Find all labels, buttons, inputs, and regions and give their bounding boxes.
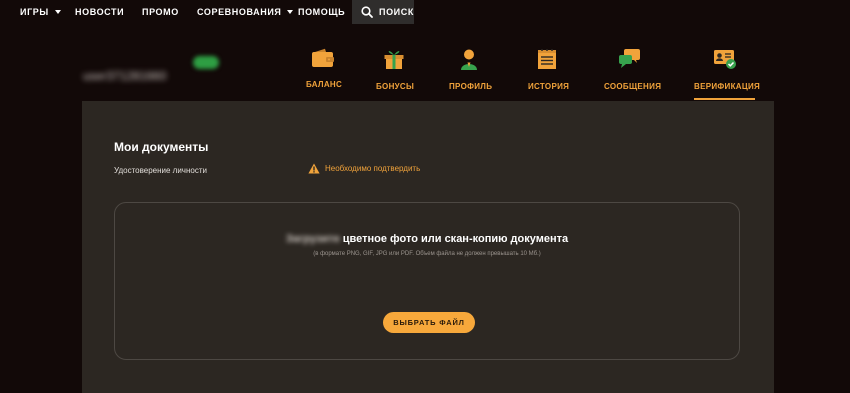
tab-messages[interactable]: СООБЩЕНИЯ: [604, 48, 662, 91]
verification-status: Необходимо подтвердить: [308, 163, 420, 174]
tab-messages-label: СООБЩЕНИЯ: [604, 82, 662, 91]
tab-history-label: ИСТОРИЯ: [528, 82, 570, 91]
tab-balance-label: БАЛАНС: [306, 80, 343, 89]
tab-history[interactable]: ИСТОРИЯ: [528, 48, 570, 91]
nav-games[interactable]: ИГРЫ: [20, 7, 61, 17]
verification-status-text: Необходимо подтвердить: [325, 164, 421, 173]
notepad-icon: [538, 49, 556, 69]
nav-news[interactable]: НОВОСТИ: [75, 7, 124, 17]
person-icon: [461, 49, 477, 70]
nav-help[interactable]: ПОМОЩЬ: [298, 7, 345, 17]
upload-prefix: Загрузите: [285, 233, 340, 245]
tab-profile[interactable]: ПРОФИЛЬ: [449, 48, 493, 91]
nav-games-label: ИГРЫ: [20, 7, 49, 17]
nav-promo[interactable]: ПРОМО: [142, 7, 179, 17]
top-nav: ИГРЫ НОВОСТИ ПРОМО СОРЕВНОВАНИЯ ПОМОЩЬ П…: [0, 0, 850, 26]
tab-verification[interactable]: ВЕРИФИКАЦИЯ: [694, 48, 761, 91]
search-label: ПОИСК: [379, 7, 414, 17]
page-title: Мои документы: [114, 140, 209, 154]
choose-file-button[interactable]: ВЫБРАТЬ ФАЙЛ: [383, 312, 475, 333]
id-document-label: Удостоверение личности: [114, 166, 207, 175]
warning-icon: [308, 163, 320, 174]
user-status-badge: [193, 56, 219, 69]
tab-bonuses[interactable]: БОНУСЫ: [376, 48, 415, 91]
username: user371281660: [83, 69, 167, 83]
upload-dropzone[interactable]: Загрузите цветное фото или скан-копию до…: [114, 202, 740, 360]
tab-balance[interactable]: БАЛАНС: [306, 48, 343, 89]
tab-profile-label: ПРОФИЛЬ: [449, 82, 493, 91]
tab-verification-label: ВЕРИФИКАЦИЯ: [694, 82, 761, 91]
wallet-icon: [312, 48, 334, 67]
nav-competitions[interactable]: СОРЕВНОВАНИЯ: [197, 7, 294, 17]
documents-panel: Мои документы Удостоверение личности Нео…: [82, 101, 774, 393]
search-icon: [361, 6, 373, 18]
id-card-check-icon: [713, 50, 736, 69]
tab-bonuses-label: БОНУСЫ: [376, 82, 415, 91]
upload-title-text: цветное фото или скан-копию документа: [342, 233, 569, 245]
upload-hint: (в формате PNG, GIF, JPG или PDF. Объем …: [313, 251, 541, 257]
gift-icon: [384, 51, 404, 69]
chevron-down-icon: [287, 9, 294, 14]
nav-competitions-label: СОРЕВНОВАНИЯ: [197, 7, 282, 17]
chevron-down-icon: [54, 9, 61, 14]
active-tab-indicator: [694, 98, 755, 100]
upload-title: Загрузите цветное фото или скан-копию до…: [115, 233, 739, 245]
search-button[interactable]: ПОИСК: [352, 0, 414, 24]
chat-icon: [619, 49, 640, 68]
